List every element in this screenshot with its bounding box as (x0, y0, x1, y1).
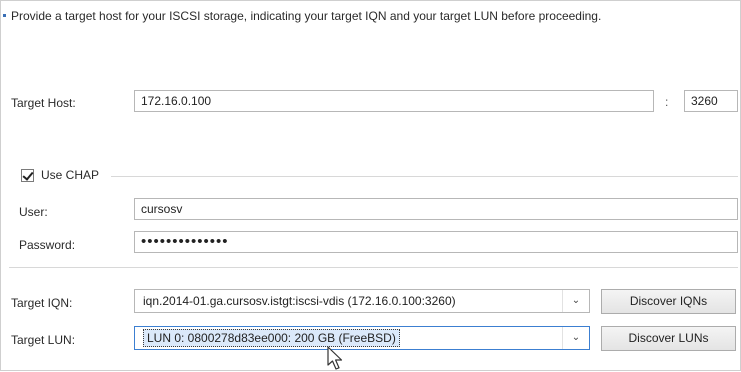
chevron-down-icon[interactable]: ⌄ (562, 327, 589, 349)
user-input[interactable]: cursosv (134, 198, 738, 220)
target-iqn-label: Target IQN: (11, 296, 73, 310)
use-chap-checkbox[interactable] (21, 169, 34, 182)
chevron-down-icon[interactable]: ⌄ (562, 290, 589, 312)
port-separator: : (665, 95, 669, 109)
target-lun-value: LUN 0: 0800278d83ee000: 200 GB (FreeBSD) (143, 329, 400, 347)
discover-luns-button[interactable]: Discover LUNs (601, 326, 736, 351)
bullet-marker (3, 14, 6, 17)
target-lun-select[interactable]: LUN 0: 0800278d83ee000: 200 GB (FreeBSD)… (134, 326, 590, 350)
target-host-label: Target Host: (11, 96, 76, 110)
target-iqn-select[interactable]: iqn.2014-01.ga.cursosv.istgt:iscsi-vdis … (134, 289, 590, 313)
section-divider (9, 267, 738, 268)
user-label: User: (19, 205, 48, 219)
password-input[interactable]: •••••••••••••• (134, 231, 738, 253)
mouse-pointer-icon (327, 346, 343, 370)
chap-group-divider (111, 176, 738, 177)
target-port-input[interactable]: 3260 (684, 90, 738, 112)
password-label: Password: (19, 238, 76, 252)
target-iqn-value: iqn.2014-01.ga.cursosv.istgt:iscsi-vdis … (143, 294, 456, 308)
target-host-input[interactable]: 172.16.0.100 (134, 90, 654, 112)
target-lun-label: Target LUN: (11, 333, 76, 347)
instructions-text: Provide a target host for your ISCSI sto… (11, 9, 602, 23)
use-chap-label: Use CHAP (41, 168, 100, 182)
discover-iqns-button[interactable]: Discover IQNs (601, 289, 736, 314)
iscsi-storage-panel: Provide a target host for your ISCSI sto… (0, 0, 741, 371)
